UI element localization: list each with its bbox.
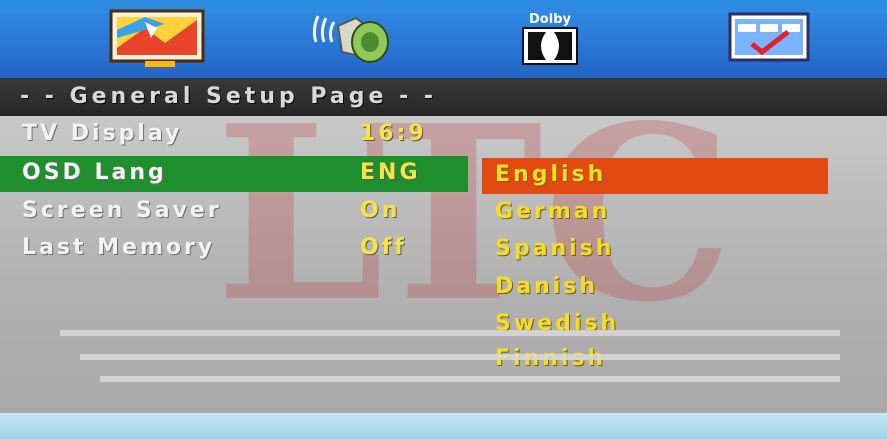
audio-speaker-icon[interactable]	[308, 8, 398, 72]
setting-label-osd-lang[interactable]: OSD Lang	[22, 160, 167, 185]
page-title: - - General Setup Page - -	[20, 84, 438, 109]
general-setup-icon[interactable]	[105, 8, 210, 72]
dolby-label: Dolby	[529, 12, 571, 27]
setting-label-screen-saver[interactable]: Screen Saver	[22, 198, 222, 223]
language-option-danish[interactable]: Danish	[495, 274, 598, 299]
divider-line	[60, 330, 840, 336]
preference-icon[interactable]	[724, 8, 814, 72]
divider-line	[100, 376, 840, 382]
setting-value-screen-saver: On	[360, 198, 401, 223]
language-option-spanish[interactable]: Spanish	[495, 236, 614, 261]
language-option-english[interactable]: English	[495, 162, 606, 187]
setting-value-osd-lang: ENG	[360, 160, 421, 185]
setting-value-last-memory: Off	[360, 235, 407, 260]
setting-value-tv-display: 16:9	[360, 121, 427, 146]
dolby-icon[interactable]: Dolby	[520, 8, 580, 72]
setting-label-last-memory[interactable]: Last Memory	[22, 235, 215, 260]
svg-text:LTC: LTC	[215, 78, 734, 355]
setting-label-tv-display[interactable]: TV Display	[22, 121, 182, 146]
bottom-bar	[0, 413, 887, 439]
divider-line	[80, 354, 840, 360]
language-option-german[interactable]: German	[495, 199, 610, 224]
